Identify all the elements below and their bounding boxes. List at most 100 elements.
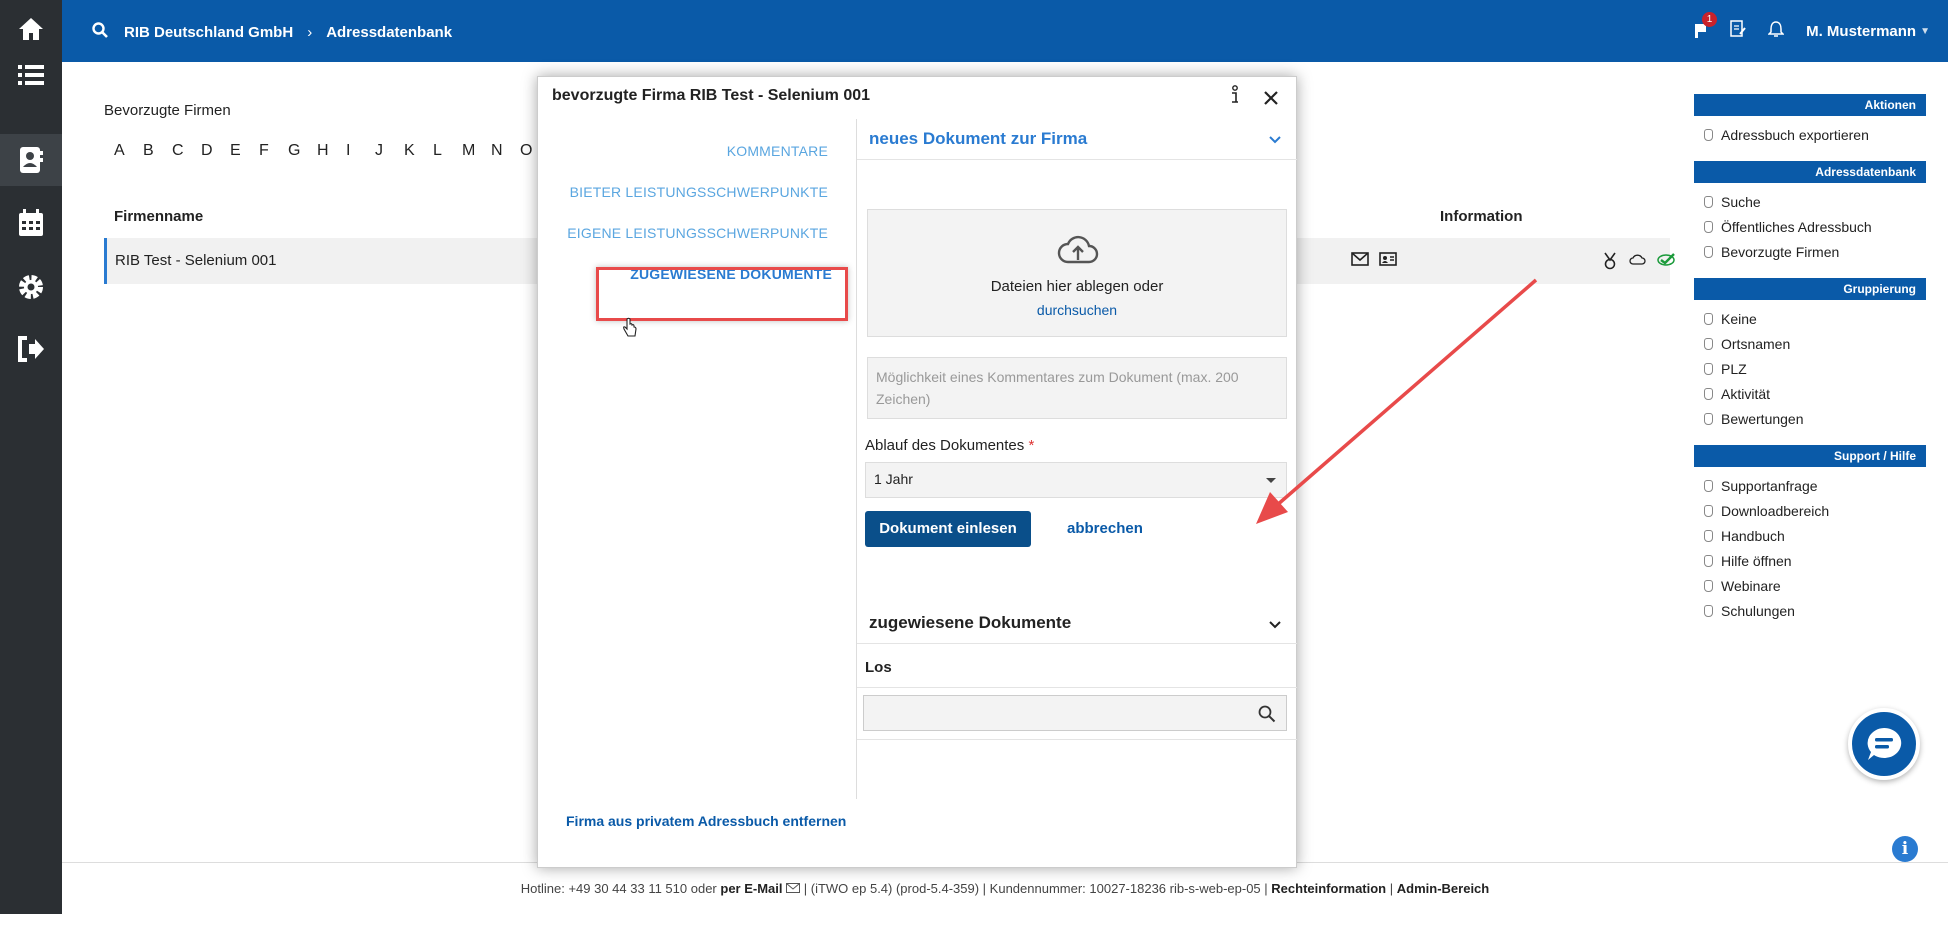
chevron-down-icon: ▼: [1920, 25, 1930, 37]
calendar-icon[interactable]: [12, 204, 50, 242]
document-edit-icon[interactable]: [1730, 20, 1746, 42]
contact-card-icon[interactable]: [1379, 252, 1397, 270]
expiry-select[interactable]: 1 Jahr: [865, 462, 1287, 498]
panel-item[interactable]: Hilfe öffnen: [1704, 548, 1926, 573]
cloud-icon[interactable]: [1628, 252, 1646, 274]
file-dropzone[interactable]: Dateien hier ablegen oder durchsuchen: [867, 209, 1287, 337]
document-comment-input[interactable]: Möglichkeit eines Kommentares zum Dokume…: [867, 357, 1287, 419]
verified-check-icon[interactable]: [1656, 252, 1676, 274]
envelope-icon[interactable]: [786, 881, 804, 896]
alphabet-letter[interactable]: A: [114, 142, 143, 160]
alphabet-letter[interactable]: N: [491, 142, 520, 160]
panel-item-label: Suche: [1721, 193, 1761, 210]
los-column-header: Los: [865, 659, 892, 676]
panel-item[interactable]: Schulungen: [1704, 598, 1926, 623]
alphabet-letter[interactable]: L: [433, 142, 462, 160]
panel-item[interactable]: Webinare: [1704, 573, 1926, 598]
import-document-button[interactable]: Dokument einlesen: [865, 511, 1031, 547]
mouse-icon: [1704, 220, 1713, 233]
panel-item-label: Webinare: [1721, 577, 1781, 594]
left-sidebar: [0, 0, 62, 914]
logout-icon[interactable]: [12, 330, 50, 368]
company-name[interactable]: RIB Test - Selenium 001: [115, 252, 276, 269]
alphabet-letter[interactable]: I: [346, 142, 375, 160]
expiry-label-text: Ablauf des Dokumentes: [865, 437, 1025, 454]
separator: [857, 159, 1297, 160]
alphabet-letter[interactable]: D: [201, 142, 230, 160]
notification-flag-icon[interactable]: 1: [1694, 12, 1718, 42]
documents-search-input[interactable]: [863, 695, 1287, 731]
cancel-link[interactable]: abbrechen: [1067, 520, 1143, 537]
panel-item[interactable]: Downloadbereich: [1704, 498, 1926, 523]
alphabet-letter[interactable]: E: [230, 142, 259, 160]
bell-icon[interactable]: [1767, 20, 1785, 42]
alphabet-letter[interactable]: G: [288, 142, 317, 160]
panel-item-label: Bewertungen: [1721, 410, 1804, 427]
panel-item[interactable]: Aktivität: [1704, 381, 1926, 406]
mouse-icon: [1704, 128, 1713, 141]
alphabet-filter: ABCDEFGHIJKLMNO: [114, 142, 549, 160]
panel-item[interactable]: Handbuch: [1704, 523, 1926, 548]
mouse-icon: [1704, 312, 1713, 325]
panel-list: Keine Ortsnamen PLZ Aktivität Bewertungen: [1694, 300, 1926, 445]
mail-icon[interactable]: [1351, 252, 1369, 270]
alphabet-letter[interactable]: F: [259, 142, 288, 160]
alphabet-letter[interactable]: M: [462, 142, 491, 160]
panel-header: Adressdatenbank: [1694, 161, 1926, 183]
footer-email-link[interactable]: per E-Mail: [720, 881, 782, 896]
mouse-icon: [1704, 579, 1713, 592]
chevron-down-icon[interactable]: [1269, 131, 1281, 148]
mouse-icon: [1704, 479, 1713, 492]
tab-kommentare[interactable]: KOMMENTARE: [727, 143, 828, 159]
home-icon[interactable]: [12, 10, 50, 48]
tab-eigene-leistungsschwerpunkte[interactable]: EIGENE LEISTUNGSSCHWERPUNKTE: [567, 225, 828, 241]
info-icon[interactable]: i: [1892, 836, 1918, 862]
assigned-documents-header[interactable]: zugewiesene Dokumente: [869, 613, 1071, 633]
medal-icon[interactable]: [1602, 252, 1618, 274]
panel-item[interactable]: Suche: [1704, 189, 1926, 214]
panel-item[interactable]: Öffentliches Adressbuch: [1704, 214, 1926, 239]
alphabet-letter[interactable]: C: [172, 142, 201, 160]
remove-from-addressbook-link[interactable]: Firma aus privatem Adressbuch entfernen: [566, 813, 846, 829]
address-book-icon[interactable]: [0, 134, 62, 186]
breadcrumb-section[interactable]: Adressdatenbank: [326, 24, 452, 41]
panel-item[interactable]: PLZ: [1704, 356, 1926, 381]
alphabet-letter[interactable]: B: [143, 142, 172, 160]
panel-header: Aktionen: [1694, 94, 1926, 116]
panel-item[interactable]: Keine: [1704, 306, 1926, 331]
user-name: M. Mustermann: [1806, 22, 1917, 40]
footer-legal-link[interactable]: Rechteinformation: [1271, 881, 1386, 896]
search-icon[interactable]: [92, 22, 110, 42]
company-dialog: bevorzugte Firma RIB Test - Selenium 001…: [537, 76, 1297, 868]
chat-button[interactable]: [1848, 708, 1920, 780]
column-header-name[interactable]: Firmenname: [114, 208, 203, 225]
browse-link[interactable]: durchsuchen: [868, 302, 1286, 318]
panel-header: Support / Hilfe: [1694, 445, 1926, 467]
footer-admin-link[interactable]: Admin-Bereich: [1397, 881, 1489, 896]
panel-item-label: Adressbuch exportieren: [1721, 126, 1869, 143]
footer-hotline: Hotline: +49 30 44 33 11 510 oder: [520, 881, 717, 896]
user-menu[interactable]: M. Mustermann ▼: [1806, 23, 1930, 40]
panel-item[interactable]: Bevorzugte Firmen: [1704, 239, 1926, 264]
alphabet-letter[interactable]: H: [317, 142, 346, 160]
chevron-down-icon[interactable]: [1269, 616, 1281, 633]
notification-badge: 1: [1702, 12, 1718, 27]
alphabet-letter[interactable]: K: [404, 142, 433, 160]
alphabet-letter[interactable]: J: [375, 142, 404, 160]
breadcrumb-company[interactable]: RIB Deutschland GmbH: [124, 24, 293, 41]
search-icon: [1258, 705, 1276, 723]
tab-bieter-leistungsschwerpunkte[interactable]: BIETER LEISTUNGSSCHWERPUNKTE: [570, 184, 828, 200]
panel-item-label: Öffentliches Adressbuch: [1721, 218, 1872, 235]
info-outline-icon[interactable]: [1230, 85, 1240, 111]
panel-item[interactable]: Adressbuch exportieren: [1704, 122, 1926, 147]
gear-icon[interactable]: [12, 268, 50, 306]
list-icon[interactable]: [12, 56, 50, 94]
panel-item-label: Supportanfrage: [1721, 477, 1818, 494]
panel-item[interactable]: Supportanfrage: [1704, 473, 1926, 498]
panel-item[interactable]: Bewertungen: [1704, 406, 1926, 431]
panel-item[interactable]: Ortsnamen: [1704, 331, 1926, 356]
panel-item-label: Aktivität: [1721, 385, 1771, 402]
new-document-header[interactable]: neues Dokument zur Firma: [869, 129, 1087, 149]
close-icon[interactable]: [1264, 85, 1278, 111]
panel-item-label: PLZ: [1721, 360, 1747, 377]
